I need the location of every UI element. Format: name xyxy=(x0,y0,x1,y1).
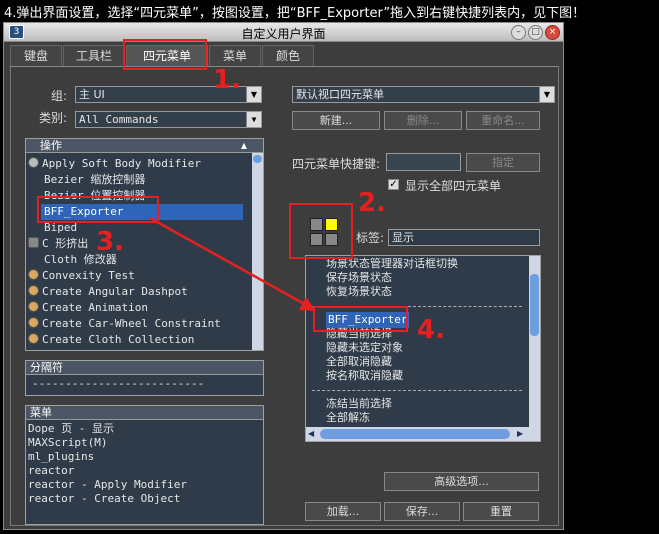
drag-arrow xyxy=(149,216,316,311)
